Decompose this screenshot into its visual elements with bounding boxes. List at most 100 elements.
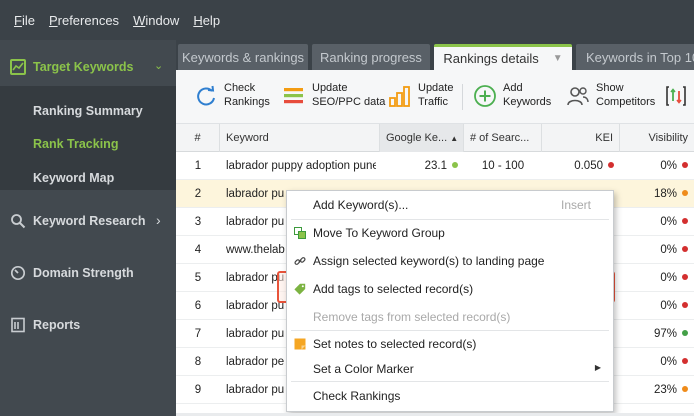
menu-item-assign-landing-page[interactable]: Assign selected keyword(s) to landing pa… xyxy=(287,248,613,274)
menu-item-label: Assign selected keyword(s) to landing pa… xyxy=(313,254,545,268)
tab-ranking-progress[interactable]: Ranking progress xyxy=(312,44,430,70)
trend-chart-icon xyxy=(10,59,26,75)
sidebar-section-label: Target Keywords xyxy=(33,60,134,74)
sidebar-section-target-keywords[interactable]: Target Keywords ⌄ xyxy=(0,50,176,86)
menu-item-color-marker[interactable]: Set a Color Marker ▶ xyxy=(287,356,613,382)
chevron-down-icon[interactable]: ▼ xyxy=(553,53,563,64)
update-traffic-button[interactable]: Update Traffic xyxy=(388,80,458,114)
cell-visibility-value: 0% xyxy=(660,216,677,228)
cell-visibility: 0% xyxy=(620,236,688,264)
cell-number: 4 xyxy=(194,244,202,256)
tab-label: Keywords in Top 10 xyxy=(586,49,694,65)
toolbar-label: Update SEO/PPC data xyxy=(312,82,386,108)
cell-number: 5 xyxy=(194,272,202,284)
cell-visibility: 0% xyxy=(620,348,688,376)
menu-item-add-tags[interactable]: Add tags to selected record(s) xyxy=(287,276,613,302)
cell-visibility-value: 0% xyxy=(660,160,677,172)
menu-help[interactable]: Help xyxy=(193,13,220,28)
note-icon xyxy=(294,338,306,350)
check-rankings-button[interactable]: Check Rankings xyxy=(194,80,274,114)
column-header-keyword[interactable]: Keyword xyxy=(220,124,380,152)
cell-number: 8 xyxy=(194,356,202,368)
menu-item-label: Check Rankings xyxy=(313,389,401,403)
tab-keywords-rankings[interactable]: Keywords & rankings xyxy=(178,44,308,70)
tab-label: Ranking progress xyxy=(320,49,422,65)
toolbar-separator xyxy=(462,84,463,110)
sort-button[interactable] xyxy=(664,80,692,114)
submenu-arrow-icon: ▶ xyxy=(594,363,601,372)
sidebar-item-ranking-summary[interactable]: Ranking Summary xyxy=(33,104,143,118)
gauge-icon xyxy=(10,265,26,281)
cell-searches: 10 - 100 xyxy=(481,160,525,172)
list-icon xyxy=(282,84,306,108)
column-header-google[interactable]: Google Ke... ▲ xyxy=(380,124,464,152)
menu-bar: File Preferences Window Help xyxy=(0,0,694,40)
cell-visibility: 0% xyxy=(620,264,688,292)
column-header-searches[interactable]: # of Searc... xyxy=(464,124,542,152)
sidebar-section-label: Keyword Research xyxy=(33,214,146,228)
cell-kei-value: 0.050 xyxy=(574,160,603,172)
cell-number: 1 xyxy=(194,160,202,172)
link-icon xyxy=(294,255,306,267)
menu-item-shortcut: Insert xyxy=(560,198,591,212)
cell-visibility-value: 0% xyxy=(660,272,677,284)
cell-number: 6 xyxy=(194,300,202,312)
chevron-down-icon: ⌄ xyxy=(154,60,164,72)
status-dot-icon xyxy=(682,386,688,392)
sidebar-item-keyword-map[interactable]: Keyword Map xyxy=(33,171,114,185)
status-dot-icon xyxy=(682,274,688,280)
column-header-kei[interactable]: KEI xyxy=(542,124,620,152)
cell-visibility-value: 23% xyxy=(653,384,677,396)
menu-separator xyxy=(291,381,609,382)
show-competitors-button[interactable]: Show Competitors xyxy=(566,80,656,114)
menu-item-set-notes[interactable]: Set notes to selected record(s) xyxy=(287,331,613,357)
menu-preferences[interactable]: Preferences xyxy=(49,13,119,28)
status-dot-icon xyxy=(682,246,688,252)
cell-number: 7 xyxy=(194,328,202,340)
menu-item-check-rankings[interactable]: Check Rankings xyxy=(287,383,613,409)
menu-item-label: Add tags to selected record(s) xyxy=(313,282,474,296)
table-row[interactable]: 1 labrador puppy adoption pune 23.1 10 - 10… xyxy=(176,152,694,180)
add-keywords-button[interactable]: Add Keywords xyxy=(473,80,553,114)
cell-visibility: 0% xyxy=(620,152,688,180)
sidebar-item-rank-tracking[interactable]: Rank Tracking xyxy=(33,137,118,151)
cell-visibility-value: 0% xyxy=(660,356,677,368)
refresh-icon xyxy=(194,84,218,108)
sidebar-section-label: Reports xyxy=(33,318,81,332)
menu-file[interactable]: File xyxy=(14,13,35,28)
cell-keyword: labrador puppy adoption pune xyxy=(226,160,376,172)
sidebar-section-reports[interactable]: Reports xyxy=(0,310,176,340)
menu-item-label: Add Keyword(s)... xyxy=(313,198,409,212)
toolbar: Check Rankings Update SEO/PPC data Updat… xyxy=(176,70,694,124)
sort-ascending-icon: ▲ xyxy=(450,134,459,143)
status-dot-icon xyxy=(682,162,688,168)
sidebar-section-label: Domain Strength xyxy=(33,266,134,280)
column-header-visibility[interactable]: Visibility xyxy=(620,124,694,152)
menu-item-label: Move To Keyword Group xyxy=(313,226,445,240)
tab-rankings-details[interactable]: Rankings details ▼ xyxy=(434,44,572,70)
cell-google-rank: 23.1 xyxy=(380,152,458,180)
update-seo-ppc-button[interactable]: Update SEO/PPC data xyxy=(282,80,385,114)
tab-keywords-top10[interactable]: Keywords in Top 10 xyxy=(576,44,694,70)
reports-icon xyxy=(10,317,26,333)
sidebar-section-domain-strength[interactable]: Domain Strength xyxy=(0,258,176,288)
column-header-number[interactable]: # xyxy=(176,124,220,152)
tag-icon xyxy=(294,283,306,295)
menu-item-remove-tags[interactable]: Remove tags from selected record(s) xyxy=(287,304,613,330)
search-icon xyxy=(10,213,26,229)
menu-item-move-to-group[interactable]: Move To Keyword Group xyxy=(287,220,613,246)
cell-visibility: 0% xyxy=(620,292,688,320)
status-dot-icon xyxy=(682,218,688,224)
status-dot-icon xyxy=(682,358,688,364)
status-dot-icon xyxy=(608,162,614,168)
sidebar-section-keyword-research[interactable]: Keyword Research › xyxy=(0,206,176,236)
cell-google-value: 23.1 xyxy=(424,160,447,172)
table-header: # Keyword Google Ke... ▲ # of Searc... K… xyxy=(176,124,694,152)
cell-visibility-value: 97% xyxy=(653,328,677,340)
move-group-icon xyxy=(294,227,306,239)
menu-window[interactable]: Window xyxy=(133,13,179,28)
status-dot-icon xyxy=(682,190,688,196)
cell-visibility-value: 18% xyxy=(653,188,677,200)
cell-visibility-value: 0% xyxy=(660,244,677,256)
menu-item-add-keywords[interactable]: Add Keyword(s)... Insert xyxy=(287,192,613,218)
